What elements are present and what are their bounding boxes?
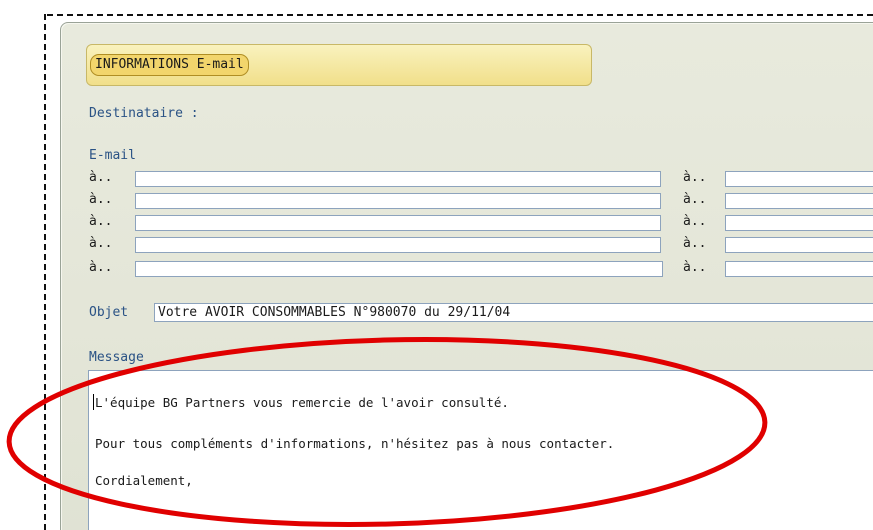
email-to-field-left[interactable]	[135, 237, 661, 253]
subject-input[interactable]: Votre AVOIR CONSOMMABLES N°980070 du 29/…	[154, 303, 873, 322]
message-line: Pour tous compléments d'informations, n'…	[95, 436, 615, 451]
recipient-prefix-left: à..	[89, 170, 113, 185]
dashed-border-left	[44, 14, 46, 530]
recipient-prefix-right: à..	[683, 260, 707, 275]
recipient-section-label: Destinataire :	[89, 106, 199, 121]
email-to-field-left[interactable]	[135, 261, 663, 277]
message-label: Message	[89, 350, 144, 365]
email-to-field-right[interactable]	[725, 193, 873, 209]
subject-label: Objet	[89, 305, 129, 320]
recipient-prefix-left: à..	[89, 260, 113, 275]
email-label: E-mail	[89, 148, 136, 163]
recipient-prefix-right: à..	[683, 170, 707, 185]
recipient-prefix-right: à..	[683, 192, 707, 207]
email-to-field-right[interactable]	[725, 171, 873, 187]
email-to-field-left[interactable]	[135, 215, 661, 231]
email-to-field-left[interactable]	[135, 171, 661, 187]
email-to-field-right[interactable]	[725, 237, 873, 253]
recipient-prefix-left: à..	[89, 214, 113, 229]
email-to-field-left[interactable]	[135, 193, 661, 209]
email-to-field-right[interactable]	[725, 261, 873, 277]
dashed-border-top	[47, 14, 873, 16]
message-line: Cordialement,	[95, 473, 193, 488]
text-caret	[93, 394, 94, 410]
email-to-field-right[interactable]	[725, 215, 873, 231]
recipient-prefix-right: à..	[683, 214, 707, 229]
recipient-prefix-left: à..	[89, 192, 113, 207]
message-line: L'équipe BG Partners vous remercie de l'…	[95, 395, 509, 410]
recipient-prefix-right: à..	[683, 236, 707, 251]
recipient-prefix-left: à..	[89, 236, 113, 251]
page-title: INFORMATIONS E-mail	[90, 54, 249, 76]
